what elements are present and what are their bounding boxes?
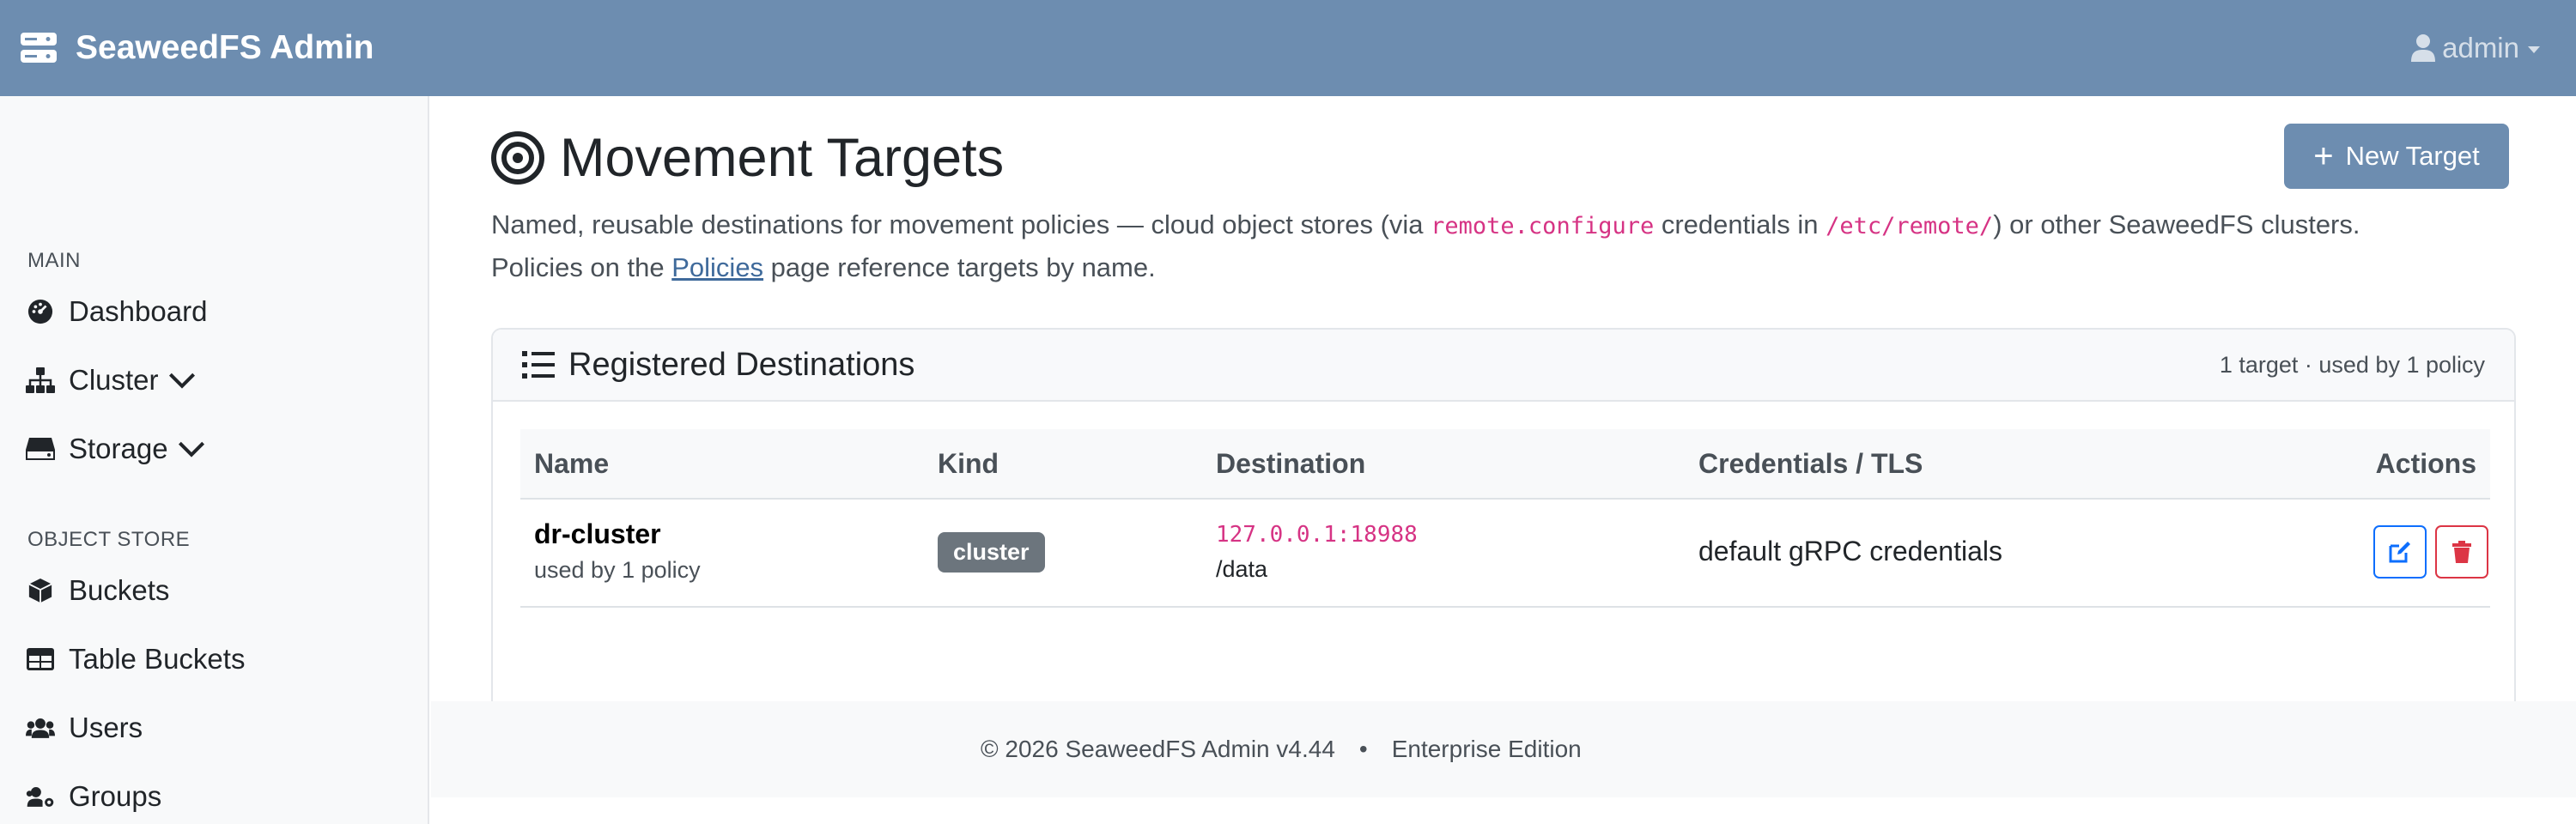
target-kind-cell: cluster <box>938 532 1045 573</box>
chevron-down-icon <box>168 373 195 389</box>
sidebar-item-groups[interactable]: Groups <box>26 780 161 813</box>
card-title-text: Registered Destinations <box>568 346 915 383</box>
card-title: Registered Destinations <box>522 347 914 384</box>
sidebar-section-main: MAIN <box>27 249 81 272</box>
bullseye-icon <box>491 131 544 185</box>
desc-text: ) or other SeaweedFS clusters. <box>1993 209 2360 239</box>
brand-title: SeaweedFS Admin <box>76 29 374 66</box>
delete-button[interactable] <box>2435 525 2488 579</box>
desc-text: Policies on the <box>491 252 672 282</box>
page-description: Named, reusable destinations for movemen… <box>491 204 2518 288</box>
server-icon <box>21 33 57 63</box>
target-name: dr-cluster <box>534 518 661 549</box>
edit-button[interactable] <box>2373 525 2427 579</box>
sidebar-item-label: Table Buckets <box>69 643 246 675</box>
footer-separator: • <box>1358 736 1368 762</box>
chevron-down-icon <box>178 441 204 457</box>
users-cog-icon <box>26 786 54 807</box>
new-target-button[interactable]: + New Target <box>2284 124 2509 189</box>
column-header-credentials: Credentials / TLS <box>1698 448 1923 479</box>
column-header-kind: Kind <box>938 448 999 479</box>
target-name-cell: dr-cluster used by 1 policy <box>534 518 701 584</box>
plus-icon: + <box>2313 137 2334 175</box>
sidebar: MAIN Dashboard Cluster Storage OBJECT ST… <box>0 96 429 824</box>
trash-icon <box>2452 541 2471 563</box>
user-menu[interactable]: admin <box>2411 32 2540 64</box>
column-header-actions: Actions <box>2375 448 2476 479</box>
registered-destinations-card: Registered Destinations 1 target · used … <box>491 328 2516 757</box>
user-icon <box>2411 34 2436 62</box>
users-icon <box>26 718 55 738</box>
sidebar-item-buckets[interactable]: Buckets <box>26 574 169 607</box>
list-icon <box>522 351 555 379</box>
page-title: Movement Targets <box>491 127 1004 189</box>
desc-text: page reference targets by name. <box>763 252 1156 282</box>
sidebar-item-label: Dashboard <box>69 295 208 327</box>
footer: © 2026 SeaweedFS Admin v4.44 • Enterpris… <box>431 701 2576 797</box>
sidebar-item-users[interactable]: Users <box>26 712 143 744</box>
credentials-cell: default gRPC credentials <box>1698 536 2002 566</box>
footer-text: © 2026 SeaweedFS Admin v4.44 • Enterpris… <box>981 736 1582 763</box>
sidebar-item-label: Cluster <box>69 364 159 396</box>
footer-edition: Enterprise Edition <box>1391 736 1582 762</box>
desc-code-etc-remote: /etc/remote/ <box>1826 213 1994 239</box>
cube-icon <box>28 578 52 603</box>
column-header-name: Name <box>534 448 610 479</box>
page-title-text: Movement Targets <box>560 128 1005 188</box>
table-header: Name Kind Destination Credentials / TLS … <box>520 429 2490 500</box>
sidebar-item-storage[interactable]: Storage <box>26 433 220 465</box>
top-navbar: SeaweedFS Admin admin <box>0 0 2576 96</box>
policies-link[interactable]: Policies <box>671 252 763 282</box>
table-icon <box>27 648 54 670</box>
sidebar-item-table-buckets[interactable]: Table Buckets <box>26 643 245 676</box>
brand-link[interactable]: SeaweedFS Admin <box>21 29 374 67</box>
hdd-icon <box>26 438 55 460</box>
sidebar-item-label: Storage <box>69 433 168 464</box>
sidebar-item-label: Users <box>69 712 143 743</box>
sidebar-item-dashboard[interactable]: Dashboard <box>26 295 207 328</box>
destination-path: /data <box>1216 556 1268 582</box>
sidebar-section-object-store: OBJECT STORE <box>27 528 191 551</box>
target-usage: used by 1 policy <box>534 557 701 583</box>
target-destination-cell: 127.0.0.1:18988 /data <box>1216 522 1418 583</box>
table-row: dr-cluster used by 1 policy cluster 127.… <box>520 500 2490 608</box>
sidebar-item-label: Groups <box>69 780 162 812</box>
desc-text: credentials in <box>1654 209 1826 239</box>
sidebar-item-label: Buckets <box>69 574 170 606</box>
caret-down-icon <box>2528 46 2540 53</box>
dashboard-icon <box>27 299 53 324</box>
sidebar-item-cluster[interactable]: Cluster <box>26 364 210 397</box>
user-name: admin <box>2442 32 2519 64</box>
column-header-destination: Destination <box>1216 448 1366 479</box>
card-header: Registered Destinations 1 target · used … <box>493 330 2514 402</box>
desc-code-remote-configure: remote.configure <box>1431 213 1655 239</box>
card-summary: 1 target · used by 1 policy <box>2219 351 2485 378</box>
sitemap-icon <box>26 367 55 393</box>
targets-table: Name Kind Destination Credentials / TLS … <box>520 429 2490 608</box>
new-target-label: New Target <box>2345 141 2480 171</box>
footer-copyright: © 2026 SeaweedFS Admin v4.44 <box>981 736 1335 762</box>
kind-badge: cluster <box>938 532 1045 573</box>
main-content: Movement Targets + New Target Named, reu… <box>431 96 2576 824</box>
destination-address: 127.0.0.1:18988 <box>1216 522 1418 548</box>
edit-icon <box>2389 542 2410 563</box>
desc-text: Named, reusable destinations for movemen… <box>491 209 1431 239</box>
